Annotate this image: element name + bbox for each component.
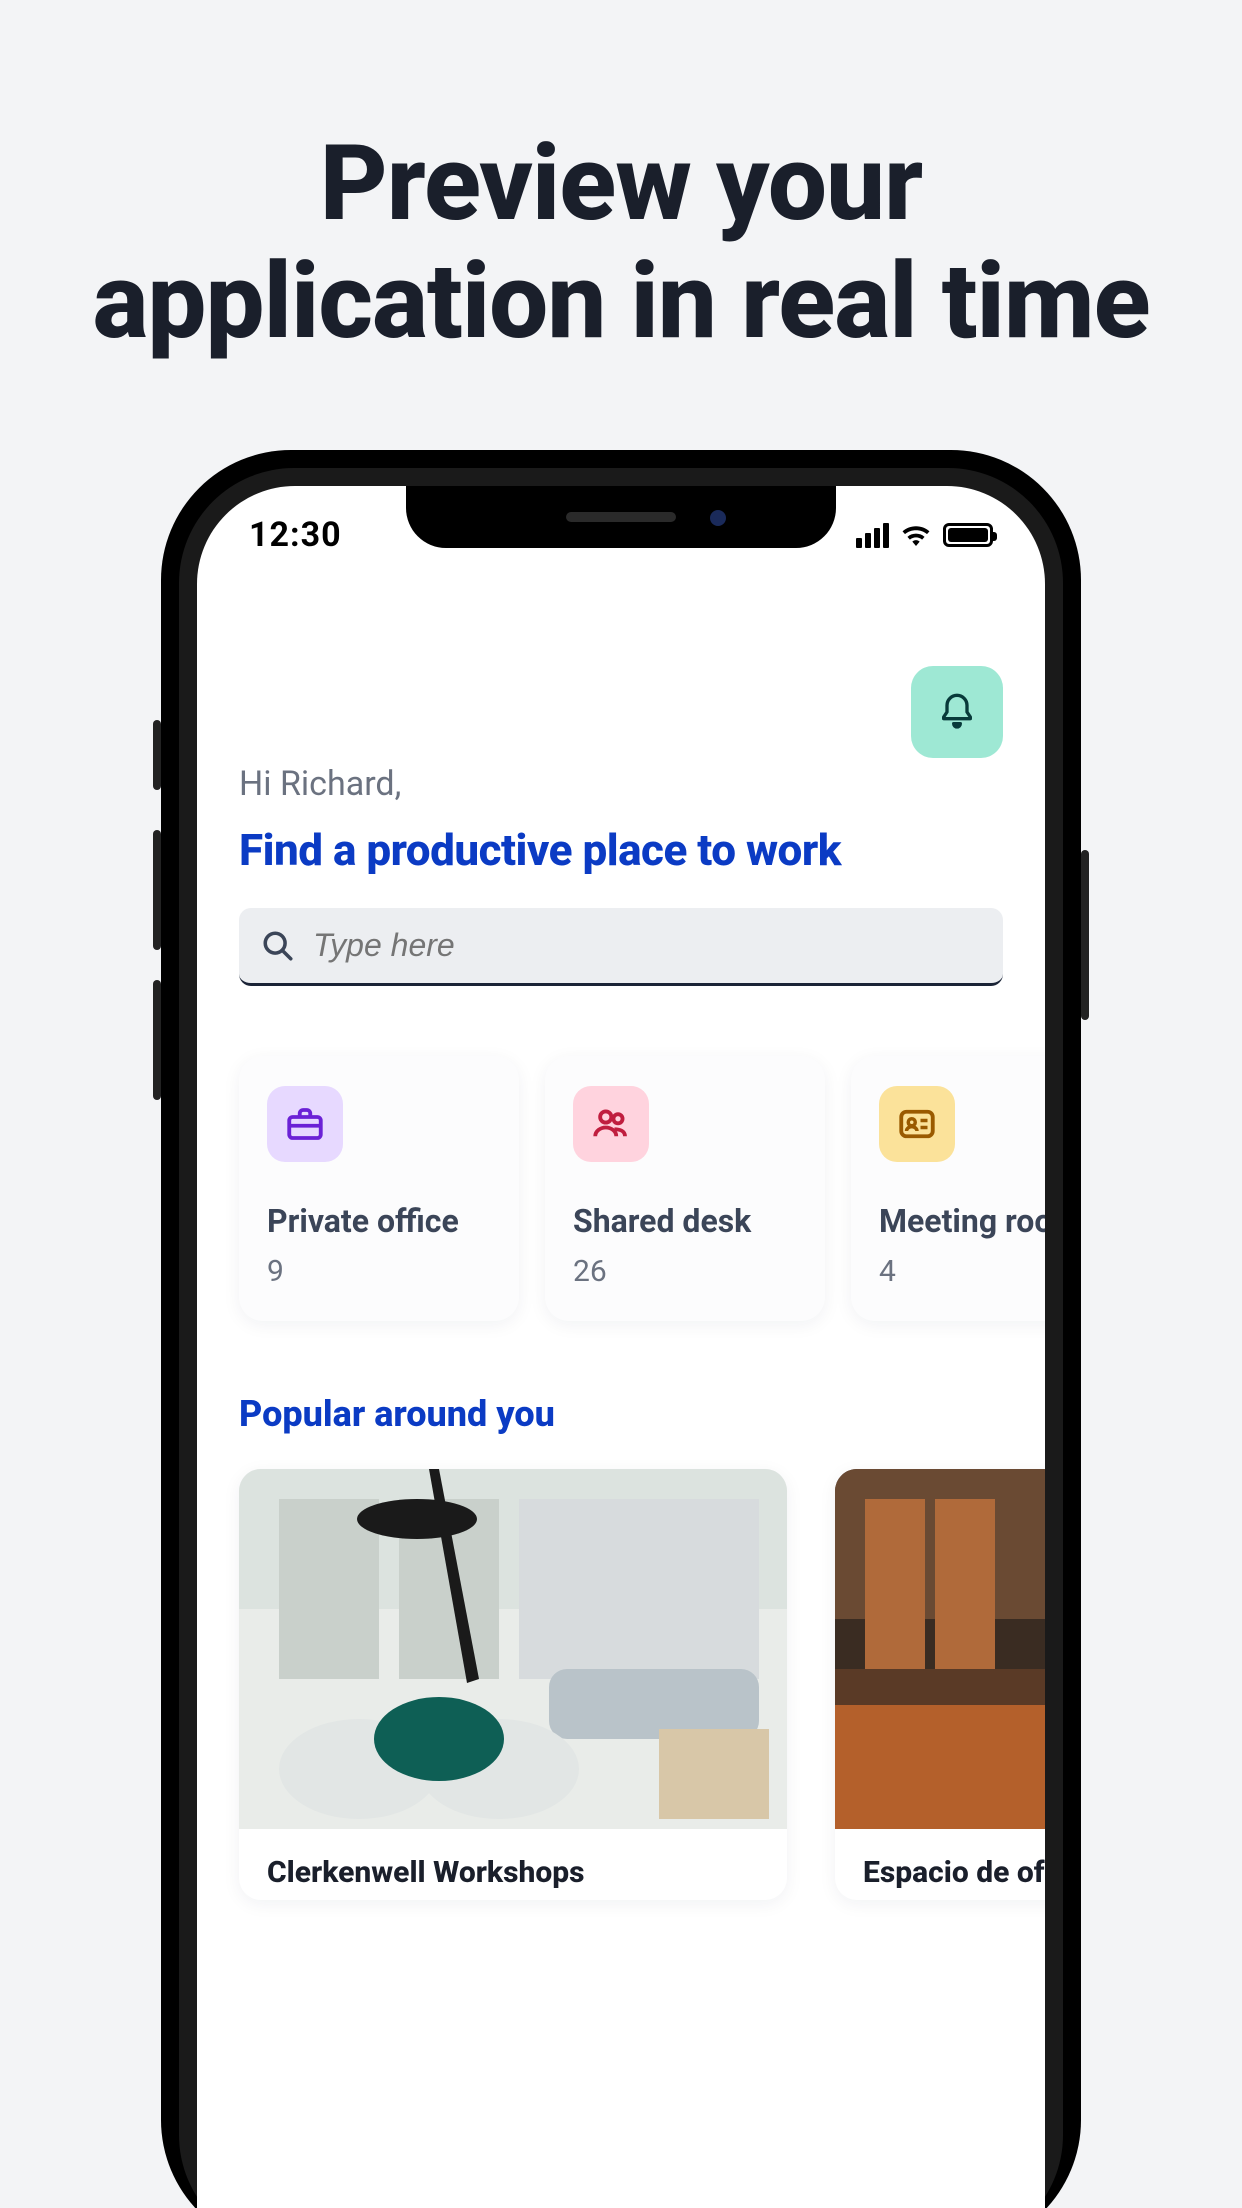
popular-row[interactable]: Clerkenwell Workshops <box>239 1469 1045 1900</box>
greeting-text: Hi Richard, <box>239 764 1003 804</box>
search-icon <box>261 929 295 963</box>
phone-notch <box>406 486 836 548</box>
category-title: Meeting roo <box>879 1202 1045 1240</box>
category-title: Shared desk <box>573 1202 797 1240</box>
popular-title: Espacio de of <box>835 1829 1045 1900</box>
popular-card[interactable]: Clerkenwell Workshops <box>239 1469 787 1900</box>
phone-side-button <box>153 720 161 790</box>
phone-side-button <box>1081 850 1089 1020</box>
popular-image <box>835 1469 1045 1829</box>
phone-side-button <box>153 980 161 1100</box>
category-count: 9 <box>267 1254 491 1289</box>
category-card-meeting-room[interactable]: Meeting roo 4 <box>851 1056 1045 1321</box>
phone-screen: 12:30 Hi Richard, Find a productive plac… <box>197 486 1045 2208</box>
popular-card[interactable]: Espacio de of <box>835 1469 1045 1900</box>
signal-icon <box>856 523 889 548</box>
marketing-headline: Preview your application in real time <box>71 125 1171 360</box>
wifi-icon <box>901 524 931 546</box>
popular-title: Clerkenwell Workshops <box>239 1829 787 1900</box>
phone-side-button <box>153 830 161 950</box>
category-row[interactable]: Private office 9 Shared desk 26 <box>239 1056 1045 1321</box>
bell-icon <box>937 692 977 732</box>
popular-section-title: Popular around you <box>239 1393 1003 1435</box>
id-card-icon <box>896 1103 938 1145</box>
tagline-text: Find a productive place to work <box>239 824 1003 876</box>
category-title: Private office <box>267 1202 491 1240</box>
category-count: 26 <box>573 1254 797 1289</box>
battery-icon <box>943 523 993 547</box>
phone-frame: 12:30 Hi Richard, Find a productive plac… <box>161 450 1081 2208</box>
notifications-button[interactable] <box>911 666 1003 758</box>
category-count: 4 <box>879 1254 1045 1289</box>
category-card-shared-desk[interactable]: Shared desk 26 <box>545 1056 825 1321</box>
category-card-private-office[interactable]: Private office 9 <box>239 1056 519 1321</box>
search-field[interactable] <box>239 908 1003 986</box>
status-time: 12:30 <box>249 515 342 555</box>
search-input[interactable] <box>313 927 981 964</box>
users-icon <box>590 1103 632 1145</box>
popular-image <box>239 1469 787 1829</box>
briefcase-icon <box>284 1103 326 1145</box>
